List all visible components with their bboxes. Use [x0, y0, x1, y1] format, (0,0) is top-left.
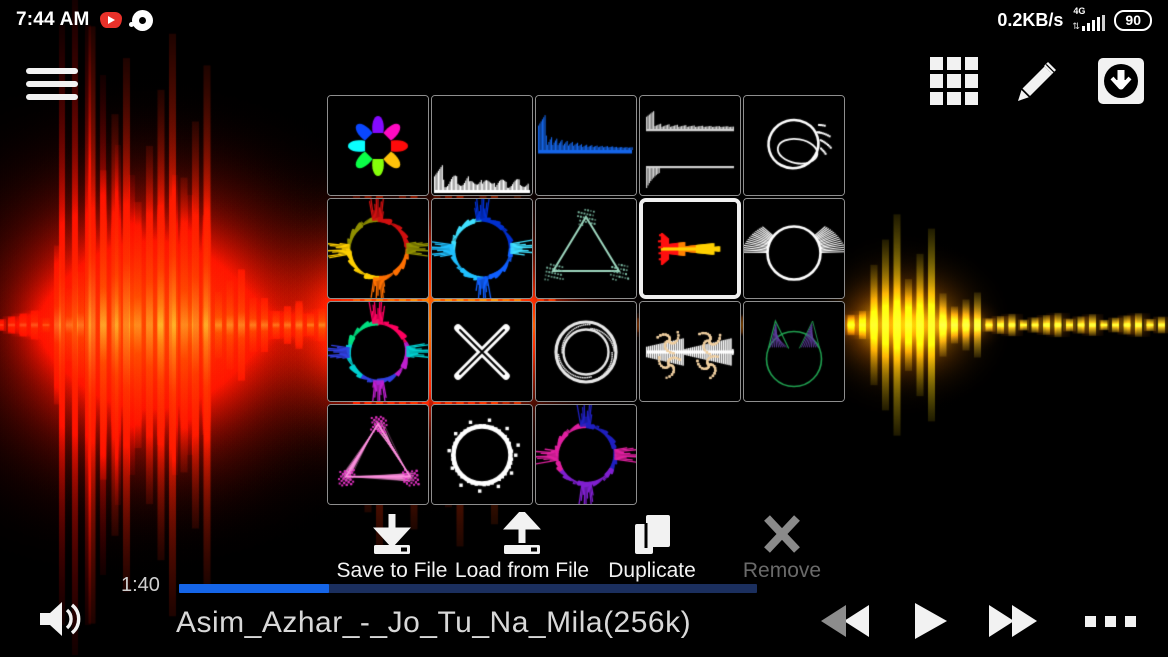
preset-rainbow-flower-thumbnail: [328, 96, 428, 195]
download-icon[interactable]: [1096, 56, 1146, 106]
track-title-label: Asim_Azhar_-_Jo_Tu_Na_Mila(256k): [176, 606, 692, 639]
save-download-icon: [368, 512, 416, 558]
preset-green-triangle[interactable]: [535, 198, 637, 299]
fast-forward-button[interactable]: [985, 600, 1041, 642]
player-bar: 1:40 Asim_Azhar_-_Jo_Tu_Na_Mila(256k): [0, 557, 1168, 657]
grid-view-icon[interactable]: [930, 57, 978, 105]
disc-notification-icon: [128, 9, 153, 31]
preset-purple-circle[interactable]: [535, 404, 637, 505]
preset-white-spectrum-low[interactable]: [431, 95, 533, 196]
preset-purple-circle-thumbnail: [536, 405, 636, 504]
preset-blue-circle[interactable]: [431, 198, 533, 299]
network-type-label: 4G: [1073, 6, 1086, 16]
preset-green-cat-thumbnail: [744, 302, 844, 401]
preset-tan-symmetric-thumbnail: [640, 302, 740, 401]
preset-green-cat[interactable]: [743, 301, 845, 402]
transport-controls: [817, 599, 1146, 643]
preset-white-dotted-ring[interactable]: [431, 404, 533, 505]
data-arrows-icon: ⇅: [1072, 21, 1080, 31]
progress-bar-fill: [179, 584, 330, 593]
preset-white-winged-ring[interactable]: [743, 198, 845, 299]
status-clock: 7:44 AM: [16, 9, 90, 30]
preset-blue-spectrum-top[interactable]: [535, 95, 637, 196]
preset-double-ring-thumbnail: [536, 302, 636, 401]
preset-warm-circle[interactable]: [327, 198, 429, 299]
load-upload-icon: [498, 512, 546, 558]
edit-pencil-icon[interactable]: [1012, 56, 1062, 106]
play-button[interactable]: [907, 599, 951, 643]
preset-white-spectrum-low-thumbnail: [432, 96, 532, 195]
preset-white-x-thumbnail: [432, 302, 532, 401]
preset-tan-symmetric[interactable]: [639, 301, 741, 402]
preset-white-tilted-ring-thumbnail: [744, 96, 844, 195]
preset-blue-circle-thumbnail: [432, 199, 532, 298]
preset-green-triangle-thumbnail: [536, 199, 636, 298]
preset-fire-linear[interactable]: [639, 198, 741, 299]
preset-white-x[interactable]: [431, 301, 533, 402]
preset-white-winged-ring-thumbnail: [744, 199, 844, 298]
preset-pink-triangle-thumbnail: [328, 405, 428, 504]
battery-level-label: 90: [1125, 12, 1141, 28]
top-bar-actions: [930, 56, 1146, 106]
status-bar: 7:44 AM 0.2KB/s 4G ⇅ 90: [0, 0, 1168, 40]
hamburger-menu-icon[interactable]: [26, 64, 78, 104]
preset-dual-gray-lines[interactable]: [639, 95, 741, 196]
preset-rainbow-flower[interactable]: [327, 95, 429, 196]
overflow-dots-icon[interactable]: [1075, 608, 1146, 635]
preset-neon-circle-thumbnail: [328, 302, 428, 401]
volume-speaker-icon[interactable]: [36, 597, 88, 641]
preset-pink-triangle[interactable]: [327, 404, 429, 505]
preset-fire-linear-thumbnail: [643, 202, 737, 295]
rewind-button[interactable]: [817, 600, 873, 642]
battery-icon: 90: [1114, 9, 1152, 31]
status-bar-left: 7:44 AM: [16, 9, 153, 31]
status-bar-right: 0.2KB/s 4G ⇅ 90: [997, 6, 1152, 31]
preset-white-dotted-ring-thumbnail: [432, 405, 532, 504]
visualizer-preset-grid: [327, 95, 845, 505]
elapsed-time-label: 1:40: [121, 574, 160, 596]
network-speed-label: 0.2KB/s: [997, 9, 1064, 30]
progress-bar-track[interactable]: [179, 584, 757, 593]
preset-neon-circle[interactable]: [327, 301, 429, 402]
signal-icon: 4G ⇅: [1072, 6, 1106, 31]
preset-double-ring[interactable]: [535, 301, 637, 402]
signal-bars: [1082, 15, 1106, 31]
preset-white-tilted-ring[interactable]: [743, 95, 845, 196]
close-x-icon: [758, 512, 806, 558]
preset-blue-spectrum-top-thumbnail: [536, 96, 636, 195]
preset-dual-gray-lines-thumbnail: [640, 96, 740, 195]
duplicate-icon: [628, 512, 676, 558]
preset-warm-circle-thumbnail: [328, 199, 428, 298]
youtube-music-icon: [99, 10, 122, 30]
